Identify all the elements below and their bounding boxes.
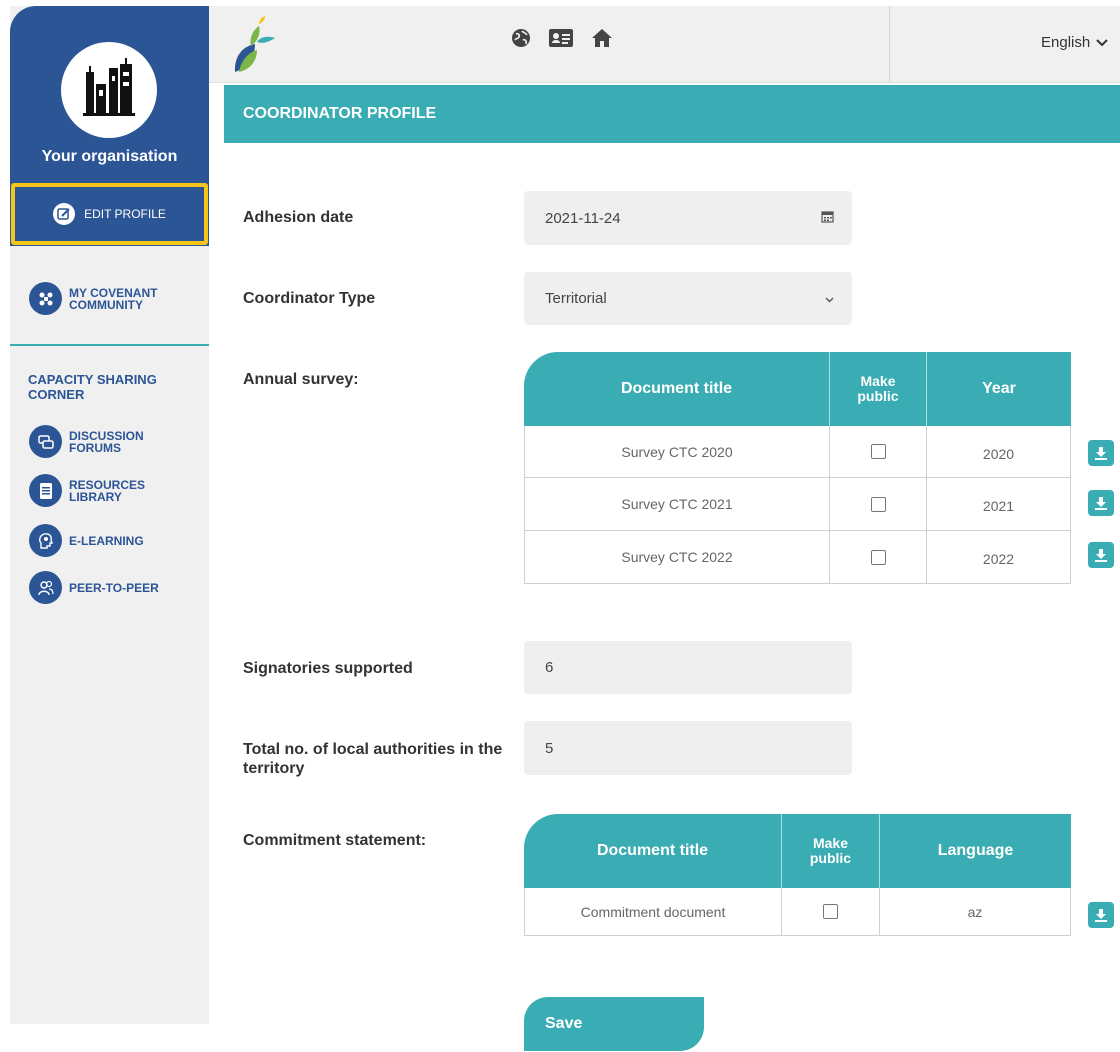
column-header: Make public <box>782 814 880 888</box>
language-cell: az <box>880 888 1071 935</box>
coordinator-type-select[interactable]: Territorial <box>524 272 852 325</box>
chat-icon <box>29 425 62 458</box>
table-row: Commitment document az <box>524 888 1071 936</box>
download-button[interactable] <box>1088 542 1114 568</box>
id-card-icon[interactable] <box>549 28 573 53</box>
coordinator-type-value: Territorial <box>545 290 607 307</box>
make-public-cell <box>782 888 880 935</box>
table-row: Survey CTC 2022 2022 <box>524 531 1071 584</box>
sidebar-item-peer-to-peer[interactable]: PEER-TO-PEER <box>29 571 159 604</box>
table-row: Survey CTC 2020 2020 <box>524 426 1071 478</box>
sidebar-item-label: DISCUSSION FORUMS <box>69 428 144 455</box>
year-cell: 2020 <box>927 426 1071 477</box>
column-header: Language <box>937 842 1014 859</box>
download-icon <box>1095 447 1107 460</box>
sidebar-item-label: MY COVENANT COMMUNITY <box>69 285 158 312</box>
document-title-cell: Survey CTC 2022 <box>525 531 830 583</box>
people-icon <box>29 571 62 604</box>
document-title-cell: Commitment document <box>525 888 782 935</box>
make-public-cell <box>830 531 927 583</box>
document-icon <box>29 474 62 507</box>
signatories-label: Signatories supported <box>243 660 413 677</box>
year-cell: 2022 <box>927 531 1071 583</box>
home-icon[interactable] <box>591 28 613 53</box>
document-title-cell: Survey CTC 2020 <box>525 426 830 477</box>
year-cell: 2021 <box>927 478 1071 530</box>
chevron-down-icon <box>825 292 834 306</box>
organisation-name: Your organisation <box>41 148 178 165</box>
sidebar-item-discussion-forums[interactable]: DISCUSSION FORUMS <box>29 425 159 458</box>
page: Your organisation EDIT PROFILE MY COVENA… <box>0 0 1120 1052</box>
buildings-icon <box>83 58 135 116</box>
sidebar-item-resources-library[interactable]: RESOURCES LIBRARY <box>29 474 159 507</box>
save-button[interactable]: Save <box>524 997 704 1051</box>
download-button[interactable] <box>1088 902 1114 928</box>
head-gear-icon <box>29 524 62 557</box>
adhesion-date-value: 2021-11-24 <box>545 209 621 227</box>
column-header: Document title <box>524 814 782 888</box>
community-icon <box>29 282 62 315</box>
language-label: English <box>1041 34 1091 51</box>
local-authorities-label: Total no. of local authorities in the te… <box>243 741 503 777</box>
download-button[interactable] <box>1088 490 1114 516</box>
brand-logo[interactable] <box>231 16 281 79</box>
sidebar-item-label: E-LEARNING <box>69 533 144 548</box>
make-public-checkbox[interactable] <box>870 549 886 565</box>
globe-icon[interactable] <box>511 28 531 53</box>
table-header: Document title Make public Language <box>524 814 1071 888</box>
signatories-value: 6 <box>545 659 554 676</box>
download-button[interactable] <box>1088 440 1114 466</box>
sidebar-item-label: RESOURCES LIBRARY <box>69 477 146 504</box>
signatories-field[interactable]: 6 <box>524 641 852 694</box>
table-row: Survey CTC 2021 2021 <box>524 478 1071 531</box>
commitment-table: Document title Make public Language Comm… <box>524 814 1071 936</box>
sidebar-header: Your organisation EDIT PROFILE <box>10 6 209 246</box>
make-public-checkbox[interactable] <box>870 496 886 512</box>
adhesion-date-label: Adhesion date <box>243 209 354 226</box>
page-title: COORDINATOR PROFILE <box>224 85 1120 143</box>
section-title: CAPACITY SHARING CORNER <box>28 372 157 402</box>
calendar-icon[interactable] <box>821 210 834 226</box>
table-header: Document title Make public Year <box>524 352 1071 426</box>
edit-profile-button[interactable]: EDIT PROFILE <box>11 183 208 245</box>
download-icon <box>1095 909 1107 922</box>
make-public-cell <box>830 478 927 530</box>
sidebar-item-label: PEER-TO-PEER <box>69 580 159 595</box>
top-bar: English <box>209 6 1120 83</box>
survey-table: Document title Make public Year Survey C… <box>524 352 1071 584</box>
sidebar-divider <box>10 344 209 346</box>
make-public-checkbox[interactable] <box>870 444 886 459</box>
top-icons <box>511 28 613 53</box>
download-icon <box>1095 549 1107 562</box>
edit-icon <box>53 203 76 225</box>
local-authorities-field[interactable]: 5 <box>524 721 852 775</box>
sidebar-item-my-covenant[interactable]: MY COVENANT COMMUNITY <box>29 282 179 315</box>
coordinator-type-label: Coordinator Type <box>243 290 376 307</box>
column-header: Make public <box>830 352 927 426</box>
top-divider <box>889 6 890 83</box>
column-header: Document title <box>524 352 830 426</box>
organisation-logo <box>61 42 157 138</box>
make-public-cell <box>830 426 927 477</box>
download-icon <box>1095 497 1107 510</box>
language-selector[interactable]: English <box>1041 34 1108 51</box>
column-header: Year <box>982 380 1016 397</box>
make-public-checkbox[interactable] <box>823 904 838 919</box>
commitment-statement-label: Commitment statement: <box>243 832 427 849</box>
sidebar-item-e-learning[interactable]: E-LEARNING <box>29 524 144 557</box>
sidebar: Your organisation EDIT PROFILE MY COVENA… <box>10 6 209 1024</box>
annual-survey-label: Annual survey: <box>243 371 359 388</box>
local-authorities-value: 5 <box>545 739 554 757</box>
document-title-cell: Survey CTC 2021 <box>525 478 830 530</box>
adhesion-date-field[interactable]: 2021-11-24 <box>524 191 852 245</box>
chevron-down-icon <box>1096 34 1108 51</box>
edit-profile-label: EDIT PROFILE <box>84 207 166 221</box>
